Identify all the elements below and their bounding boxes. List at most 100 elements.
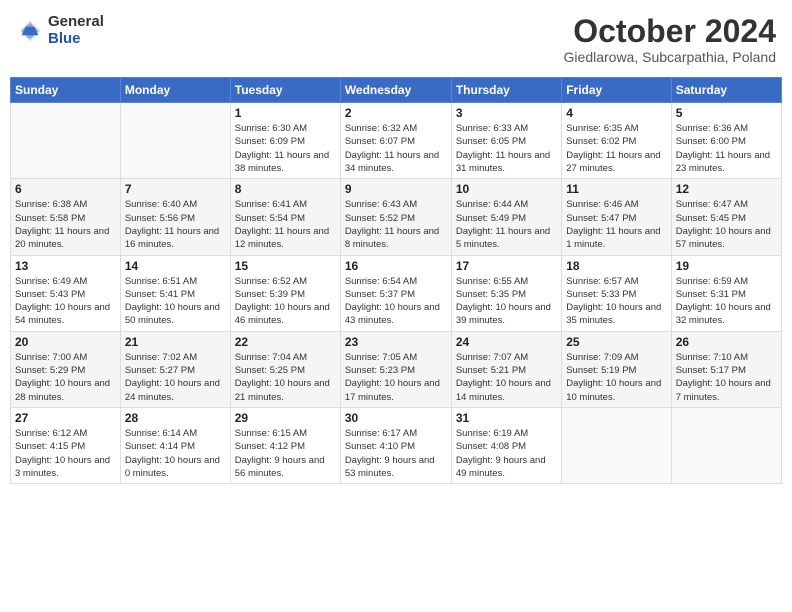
table-row: 25 Sunrise: 7:09 AMSunset: 5:19 PMDayligh… (562, 331, 671, 407)
table-row: 20 Sunrise: 7:00 AMSunset: 5:29 PMDayligh… (11, 331, 121, 407)
col-sunday: Sunday (11, 78, 121, 103)
day-number: 22 (235, 335, 336, 349)
table-row: 19 Sunrise: 6:59 AMSunset: 5:31 PMDayligh… (671, 255, 781, 331)
logo-blue: Blue (48, 31, 104, 48)
month-title: October 2024 (564, 14, 776, 49)
location-subtitle: Giedlarowa, Subcarpathia, Poland (564, 49, 776, 65)
day-number: 2 (345, 106, 447, 120)
table-row: 4Sunrise: 6:35 AMSunset: 6:02 PMDaylight… (562, 103, 671, 179)
day-number: 19 (676, 259, 777, 273)
day-info: Sunrise: 7:00 AMSunset: 5:29 PMDaylight:… (15, 351, 116, 404)
table-row: 2Sunrise: 6:32 AMSunset: 6:07 PMDaylight… (340, 103, 451, 179)
table-row: 22 Sunrise: 7:04 AMSunset: 5:25 PMDayligh… (230, 331, 340, 407)
logo-general: General (48, 14, 104, 31)
day-number: 15 (235, 259, 336, 273)
day-number: 9 (345, 182, 447, 196)
table-row: 29 Sunrise: 6:15 AMSunset: 4:12 PMDayligh… (230, 407, 340, 483)
day-number: 27 (15, 411, 116, 425)
col-friday: Friday (562, 78, 671, 103)
table-row: 31Sunrise: 6:19 AMSunset: 4:08 PMDayligh… (451, 407, 561, 483)
day-info: Sunrise: 7:07 AMSunset: 5:21 PMDaylight:… (456, 351, 557, 404)
day-info: Sunrise: 6:40 AMSunset: 5:56 PMDaylight:… (125, 198, 226, 251)
day-number: 10 (456, 182, 557, 196)
logo-icon (16, 17, 44, 45)
table-row: 13 Sunrise: 6:49 AMSunset: 5:43 PMDayligh… (11, 255, 121, 331)
day-info: Sunrise: 6:17 AMSunset: 4:10 PMDaylight:… (345, 427, 447, 480)
day-number: 21 (125, 335, 226, 349)
table-row: 21Sunrise: 7:02 AMSunset: 5:27 PMDayligh… (120, 331, 230, 407)
day-info: Sunrise: 6:12 AMSunset: 4:15 PMDaylight:… (15, 427, 116, 480)
calendar-header-row: Sunday Monday Tuesday Wednesday Thursday… (11, 78, 782, 103)
day-number: 13 (15, 259, 116, 273)
day-number: 11 (566, 182, 666, 196)
day-info: Sunrise: 6:55 AMSunset: 5:35 PMDaylight:… (456, 275, 557, 328)
table-row: 16Sunrise: 6:54 AMSunset: 5:37 PMDayligh… (340, 255, 451, 331)
calendar-week-row: 1 Sunrise: 6:30 AMSunset: 6:09 PMDaylight… (11, 103, 782, 179)
day-info: Sunrise: 6:44 AMSunset: 5:49 PMDaylight:… (456, 198, 557, 251)
day-info: Sunrise: 6:54 AMSunset: 5:37 PMDaylight:… (345, 275, 447, 328)
day-info: Sunrise: 6:15 AMSunset: 4:12 PMDaylight:… (235, 427, 336, 480)
calendar-week-row: 27 Sunrise: 6:12 AMSunset: 4:15 PMDayligh… (11, 407, 782, 483)
table-row: 10 Sunrise: 6:44 AMSunset: 5:49 PMDayligh… (451, 179, 561, 255)
day-info: Sunrise: 6:47 AMSunset: 5:45 PMDaylight:… (676, 198, 777, 251)
table-row: 15Sunrise: 6:52 AMSunset: 5:39 PMDayligh… (230, 255, 340, 331)
col-saturday: Saturday (671, 78, 781, 103)
day-number: 14 (125, 259, 226, 273)
day-number: 3 (456, 106, 557, 120)
day-info: Sunrise: 6:43 AMSunset: 5:52 PMDaylight:… (345, 198, 447, 251)
col-wednesday: Wednesday (340, 78, 451, 103)
table-row: 3Sunrise: 6:33 AMSunset: 6:05 PMDaylight… (451, 103, 561, 179)
table-row: 26 Sunrise: 7:10 AMSunset: 5:17 PMDayligh… (671, 331, 781, 407)
day-number: 26 (676, 335, 777, 349)
page-header: General Blue October 2024 Giedlarowa, Su… (10, 10, 782, 69)
day-number: 25 (566, 335, 666, 349)
day-info: Sunrise: 7:04 AMSunset: 5:25 PMDaylight:… (235, 351, 336, 404)
day-info: Sunrise: 6:30 AMSunset: 6:09 PMDaylight:… (235, 122, 336, 175)
day-number: 20 (15, 335, 116, 349)
table-row (120, 103, 230, 179)
day-info: Sunrise: 7:05 AMSunset: 5:23 PMDaylight:… (345, 351, 447, 404)
logo: General Blue (16, 14, 104, 47)
day-number: 31 (456, 411, 557, 425)
day-info: Sunrise: 6:49 AMSunset: 5:43 PMDaylight:… (15, 275, 116, 328)
day-info: Sunrise: 7:09 AMSunset: 5:19 PMDaylight:… (566, 351, 666, 404)
day-number: 23 (345, 335, 447, 349)
table-row: 8 Sunrise: 6:41 AMSunset: 5:54 PMDaylight… (230, 179, 340, 255)
day-info: Sunrise: 6:14 AMSunset: 4:14 PMDaylight:… (125, 427, 226, 480)
day-info: Sunrise: 6:41 AMSunset: 5:54 PMDaylight:… (235, 198, 336, 251)
table-row (11, 103, 121, 179)
day-number: 1 (235, 106, 336, 120)
day-number: 28 (125, 411, 226, 425)
day-number: 7 (125, 182, 226, 196)
table-row: 30Sunrise: 6:17 AMSunset: 4:10 PMDayligh… (340, 407, 451, 483)
table-row: 12 Sunrise: 6:47 AMSunset: 5:45 PMDayligh… (671, 179, 781, 255)
day-info: Sunrise: 6:38 AMSunset: 5:58 PMDaylight:… (15, 198, 116, 251)
day-info: Sunrise: 6:46 AMSunset: 5:47 PMDaylight:… (566, 198, 666, 251)
day-number: 8 (235, 182, 336, 196)
day-info: Sunrise: 6:35 AMSunset: 6:02 PMDaylight:… (566, 122, 666, 175)
table-row: 24 Sunrise: 7:07 AMSunset: 5:21 PMDayligh… (451, 331, 561, 407)
logo-text: General Blue (48, 14, 104, 47)
table-row: 9 Sunrise: 6:43 AMSunset: 5:52 PMDaylight… (340, 179, 451, 255)
col-monday: Monday (120, 78, 230, 103)
day-number: 6 (15, 182, 116, 196)
day-number: 12 (676, 182, 777, 196)
day-info: Sunrise: 6:36 AMSunset: 6:00 PMDaylight:… (676, 122, 777, 175)
day-number: 24 (456, 335, 557, 349)
table-row: 23 Sunrise: 7:05 AMSunset: 5:23 PMDayligh… (340, 331, 451, 407)
day-info: Sunrise: 6:59 AMSunset: 5:31 PMDaylight:… (676, 275, 777, 328)
col-thursday: Thursday (451, 78, 561, 103)
day-number: 29 (235, 411, 336, 425)
day-number: 18 (566, 259, 666, 273)
calendar-week-row: 6 Sunrise: 6:38 AMSunset: 5:58 PMDaylight… (11, 179, 782, 255)
col-tuesday: Tuesday (230, 78, 340, 103)
table-row: 28 Sunrise: 6:14 AMSunset: 4:14 PMDayligh… (120, 407, 230, 483)
table-row: 1 Sunrise: 6:30 AMSunset: 6:09 PMDaylight… (230, 103, 340, 179)
table-row: 11 Sunrise: 6:46 AMSunset: 5:47 PMDayligh… (562, 179, 671, 255)
day-info: Sunrise: 6:57 AMSunset: 5:33 PMDaylight:… (566, 275, 666, 328)
calendar-week-row: 13 Sunrise: 6:49 AMSunset: 5:43 PMDayligh… (11, 255, 782, 331)
day-info: Sunrise: 7:10 AMSunset: 5:17 PMDaylight:… (676, 351, 777, 404)
table-row: 17 Sunrise: 6:55 AMSunset: 5:35 PMDayligh… (451, 255, 561, 331)
day-number: 17 (456, 259, 557, 273)
table-row (562, 407, 671, 483)
